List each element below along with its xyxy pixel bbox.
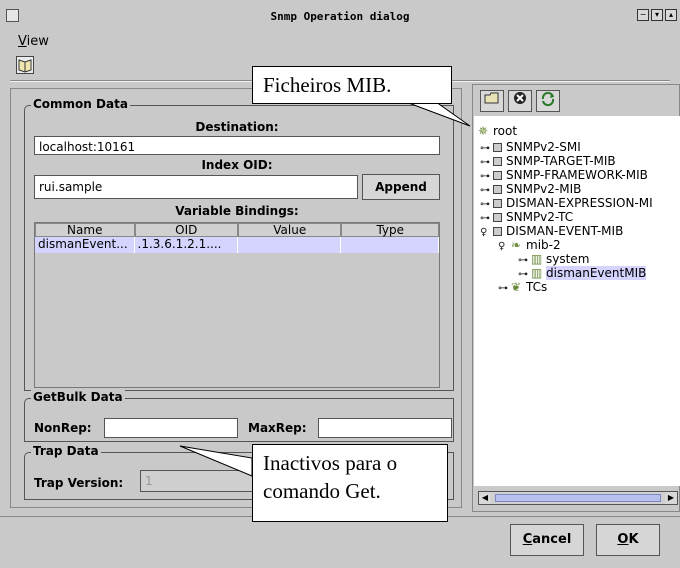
callout-line-2: comando Get. bbox=[263, 479, 381, 503]
callout-inactive-get: Inactivos para o comando Get. bbox=[252, 444, 448, 522]
callout-line-1: Inactivos para o bbox=[263, 451, 398, 475]
callout-mib-files: Ficheiros MIB. bbox=[252, 66, 452, 104]
